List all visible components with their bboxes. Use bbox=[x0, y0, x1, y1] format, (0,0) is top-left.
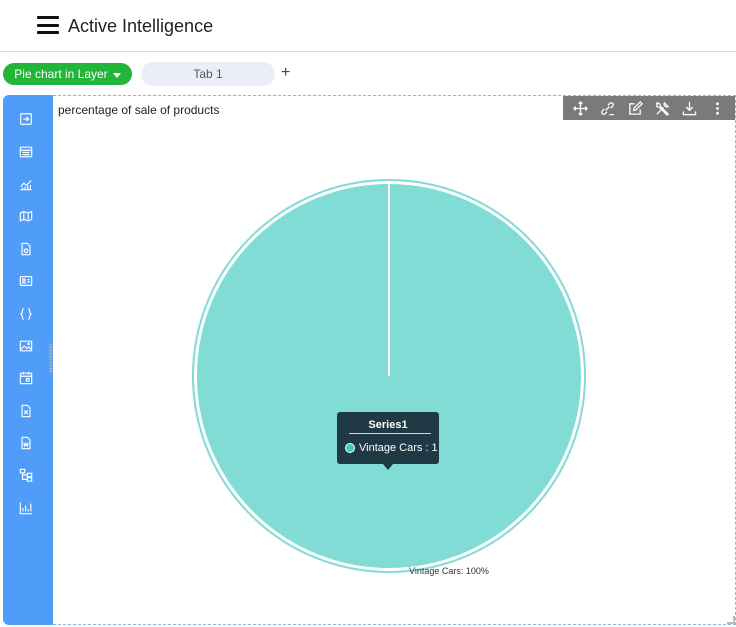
hamburger-menu-icon[interactable] bbox=[37, 16, 59, 34]
move-icon[interactable] bbox=[571, 98, 591, 118]
add-tab-button[interactable]: + bbox=[281, 64, 290, 82]
series-marker-icon bbox=[345, 443, 355, 453]
top-bar: Active Intelligence bbox=[0, 0, 736, 52]
link-icon[interactable] bbox=[598, 98, 618, 118]
edit-icon[interactable] bbox=[625, 98, 645, 118]
widget-sidebar bbox=[3, 95, 53, 625]
tab-1[interactable]: Tab 1 bbox=[141, 62, 275, 86]
tooltip-title: Series1 bbox=[368, 419, 408, 431]
hierarchy-icon[interactable] bbox=[3, 459, 49, 491]
line-chart-icon[interactable] bbox=[3, 168, 49, 200]
tooltip-row: Vintage Cars : 1 bbox=[345, 442, 438, 454]
bar-chart-icon[interactable] bbox=[3, 492, 49, 524]
layer-dropdown-label: Pie chart in Layer bbox=[14, 67, 108, 81]
word-icon[interactable] bbox=[3, 427, 49, 459]
download-icon[interactable] bbox=[680, 98, 700, 118]
image-icon[interactable] bbox=[3, 330, 49, 362]
tooltip-text: Vintage Cars : 1 bbox=[359, 442, 438, 454]
map-icon[interactable] bbox=[3, 200, 49, 232]
widget-toolbar bbox=[563, 96, 735, 120]
tools-icon[interactable] bbox=[653, 98, 673, 118]
table-icon[interactable] bbox=[3, 135, 49, 167]
more-vertical-icon[interactable] bbox=[707, 98, 727, 118]
chart-tooltip: Series1 Vintage Cars : 1 bbox=[337, 412, 439, 470]
pie-chart[interactable] bbox=[189, 176, 589, 576]
code-braces-icon[interactable] bbox=[3, 297, 49, 329]
chart-widget[interactable]: percentage of sale of products Series1 V… bbox=[53, 95, 736, 625]
caret-down-icon bbox=[112, 72, 121, 78]
id-card-icon[interactable] bbox=[3, 265, 49, 297]
slice-data-label: Vintage Cars: 100% bbox=[409, 566, 489, 576]
tooltip-divider bbox=[349, 433, 431, 434]
layer-dropdown-button[interactable]: Pie chart in Layer bbox=[3, 63, 132, 85]
calendar-icon[interactable] bbox=[3, 362, 49, 394]
excel-icon[interactable] bbox=[3, 395, 49, 427]
sign-in-icon[interactable] bbox=[3, 103, 49, 135]
file-icon[interactable] bbox=[3, 233, 49, 265]
widget-resize-handle[interactable] bbox=[727, 616, 735, 624]
app-title: Active Intelligence bbox=[68, 16, 214, 36]
tab-bar: Pie chart in Layer Tab 1 + bbox=[0, 56, 736, 92]
tooltip-arrow bbox=[383, 464, 393, 470]
chart-title: percentage of sale of products bbox=[58, 103, 220, 117]
workspace: percentage of sale of products Series1 V… bbox=[3, 95, 736, 625]
